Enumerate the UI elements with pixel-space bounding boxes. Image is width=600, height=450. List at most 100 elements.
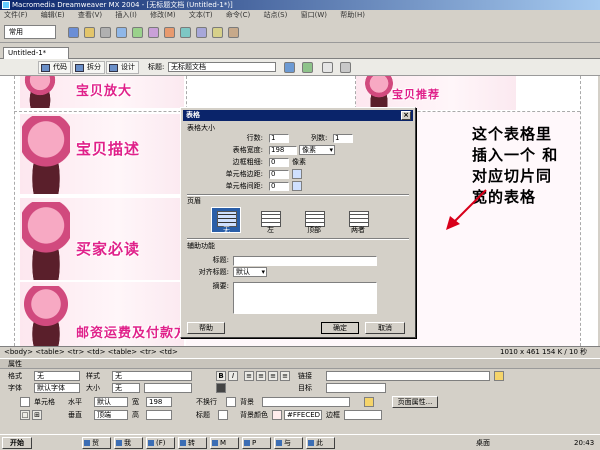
tag-selector[interactable]: <body> <table> <tr> <td> <table> <tr> <t… (4, 347, 178, 357)
justify-icon[interactable]: ≡ (280, 371, 290, 381)
close-icon[interactable]: × (401, 111, 411, 120)
task-button[interactable]: P (242, 437, 271, 449)
layer-icon[interactable] (132, 27, 143, 38)
header-left-label: 左 (267, 226, 274, 234)
align-center-icon[interactable]: ≡ (256, 371, 266, 381)
task-button[interactable]: 转 (178, 437, 207, 449)
link-input[interactable] (326, 371, 490, 381)
rows-label: 行数: (246, 134, 263, 142)
italic-button[interactable]: I (228, 371, 238, 381)
format-select[interactable]: 无 (34, 371, 80, 381)
task-button[interactable]: (F) (146, 437, 175, 449)
view-options-icon[interactable] (340, 62, 351, 73)
templates-icon[interactable] (212, 27, 223, 38)
ok-button[interactable]: 确定 (321, 322, 359, 334)
menu-window[interactable]: 窗口(W) (301, 11, 327, 19)
split-cells-icon[interactable]: ⊞ (32, 410, 42, 420)
summary-textarea[interactable] (233, 282, 377, 314)
help-button[interactable]: 帮助 (187, 322, 225, 334)
email-link-icon[interactable] (84, 27, 95, 38)
menu-site[interactable]: 站点(S) (263, 11, 287, 19)
download-size: 154 K / 10 秒 (542, 348, 588, 356)
media-icon[interactable] (164, 27, 175, 38)
nowrap-checkbox[interactable] (226, 397, 236, 407)
border-color-input[interactable] (344, 410, 382, 420)
task-button[interactable]: M (210, 437, 239, 449)
vert-align-select[interactable]: 顶端 (94, 410, 128, 420)
preview-browser-icon[interactable] (302, 62, 313, 73)
named-anchor-icon[interactable] (100, 27, 111, 38)
task-button[interactable]: 贸 (82, 437, 111, 449)
desktop-label[interactable]: 桌面 (476, 438, 490, 448)
document-title-input[interactable]: 无标题文档 (168, 62, 276, 72)
comment-icon[interactable] (196, 27, 207, 38)
cols-input[interactable]: 1 (333, 134, 353, 143)
menu-insert[interactable]: 插入(I) (115, 11, 137, 19)
align-right-icon[interactable]: ≡ (268, 371, 278, 381)
table-both-icon (349, 211, 369, 227)
align-caption-select[interactable]: 默认 (233, 267, 267, 277)
cell-spacing-input[interactable]: 0 (269, 182, 289, 191)
hyperlink-icon[interactable] (68, 27, 79, 38)
bgcolor-swatch[interactable] (272, 410, 282, 420)
header-prop-label: 标题 (196, 411, 210, 419)
rows-input[interactable]: 1 (269, 134, 289, 143)
width-unit-select[interactable]: 像素 (299, 145, 335, 155)
menu-modify[interactable]: 修改(M) (150, 11, 176, 19)
task-button[interactable]: 我 (114, 437, 143, 449)
menu-edit[interactable]: 编辑(E) (41, 11, 65, 19)
caption-input[interactable] (233, 256, 377, 266)
target-select[interactable] (326, 383, 386, 393)
border-input[interactable]: 0 (269, 158, 289, 167)
code-view-button[interactable]: 代码 (38, 61, 71, 74)
property-inspector: 属性 格式 无 样式 无 B I ≡ ≡ ≡ ≡ 链接 字体 默认字体 大小 无… (0, 358, 600, 434)
text-color-swatch[interactable] (216, 383, 226, 393)
table-width-input[interactable]: 198 (269, 146, 297, 155)
start-button[interactable]: 开始 (2, 437, 32, 449)
bg-folder-icon[interactable] (364, 397, 374, 407)
task-button[interactable]: 此 (306, 437, 335, 449)
size-unit-select[interactable] (144, 383, 192, 393)
clock: 20:43 (574, 439, 595, 447)
cell-width-input[interactable]: 198 (146, 397, 172, 407)
task-button[interactable]: 与 (274, 437, 303, 449)
menu-commands[interactable]: 命令(C) (226, 11, 250, 19)
align-left-icon[interactable]: ≡ (244, 371, 254, 381)
tab-untitled[interactable]: Untitled-1* (3, 47, 69, 59)
insert-category-select[interactable]: 常用 (4, 25, 56, 39)
taskbar: 开始 贸 我 (F) 转 M P 与 此 桌面 20:43 (0, 434, 600, 450)
bg-label: 背景 (240, 398, 254, 406)
cell-padding-input[interactable]: 0 (269, 170, 289, 179)
style-select[interactable]: 无 (112, 371, 192, 381)
refresh-icon[interactable] (322, 62, 333, 73)
header-checkbox[interactable] (218, 410, 228, 420)
window-size[interactable]: 1010 x 461 (500, 347, 540, 357)
menu-text[interactable]: 文本(T) (189, 11, 213, 19)
folder-icon[interactable] (494, 371, 504, 381)
file-management-icon[interactable] (284, 62, 295, 73)
title-label: 标题: (148, 63, 165, 71)
status-bar: <body> <table> <tr> <td> <table> <tr> <t… (0, 346, 600, 357)
date-icon[interactable] (180, 27, 191, 38)
bg-image-input[interactable] (262, 397, 350, 407)
split-view-button[interactable]: 拆分 (72, 61, 105, 74)
model-image (22, 202, 70, 280)
bold-button[interactable]: B (216, 371, 226, 381)
design-view-button[interactable]: 设计 (106, 61, 139, 74)
menu-help[interactable]: 帮助(H) (340, 11, 365, 19)
tag-chooser-icon[interactable] (228, 27, 239, 38)
size-select[interactable]: 无 (112, 383, 140, 393)
table-icon[interactable] (116, 27, 127, 38)
bgcolor-input[interactable]: #FFECED (284, 410, 322, 420)
menu-file[interactable]: 文件(F) (4, 11, 28, 19)
cell-height-input[interactable] (146, 410, 172, 420)
menu-view[interactable]: 查看(V) (78, 11, 102, 19)
merge-cells-icon[interactable]: □ (20, 410, 30, 420)
properties-header[interactable]: 属性 (0, 359, 600, 369)
cancel-button[interactable]: 取消 (365, 322, 405, 334)
buyer-notes-caption: 买家必读 (76, 240, 141, 258)
horz-align-select[interactable]: 默认 (94, 397, 128, 407)
font-select[interactable]: 默认字体 (34, 383, 80, 393)
page-properties-button[interactable]: 页面属性... (392, 396, 438, 408)
image-icon[interactable] (148, 27, 159, 38)
